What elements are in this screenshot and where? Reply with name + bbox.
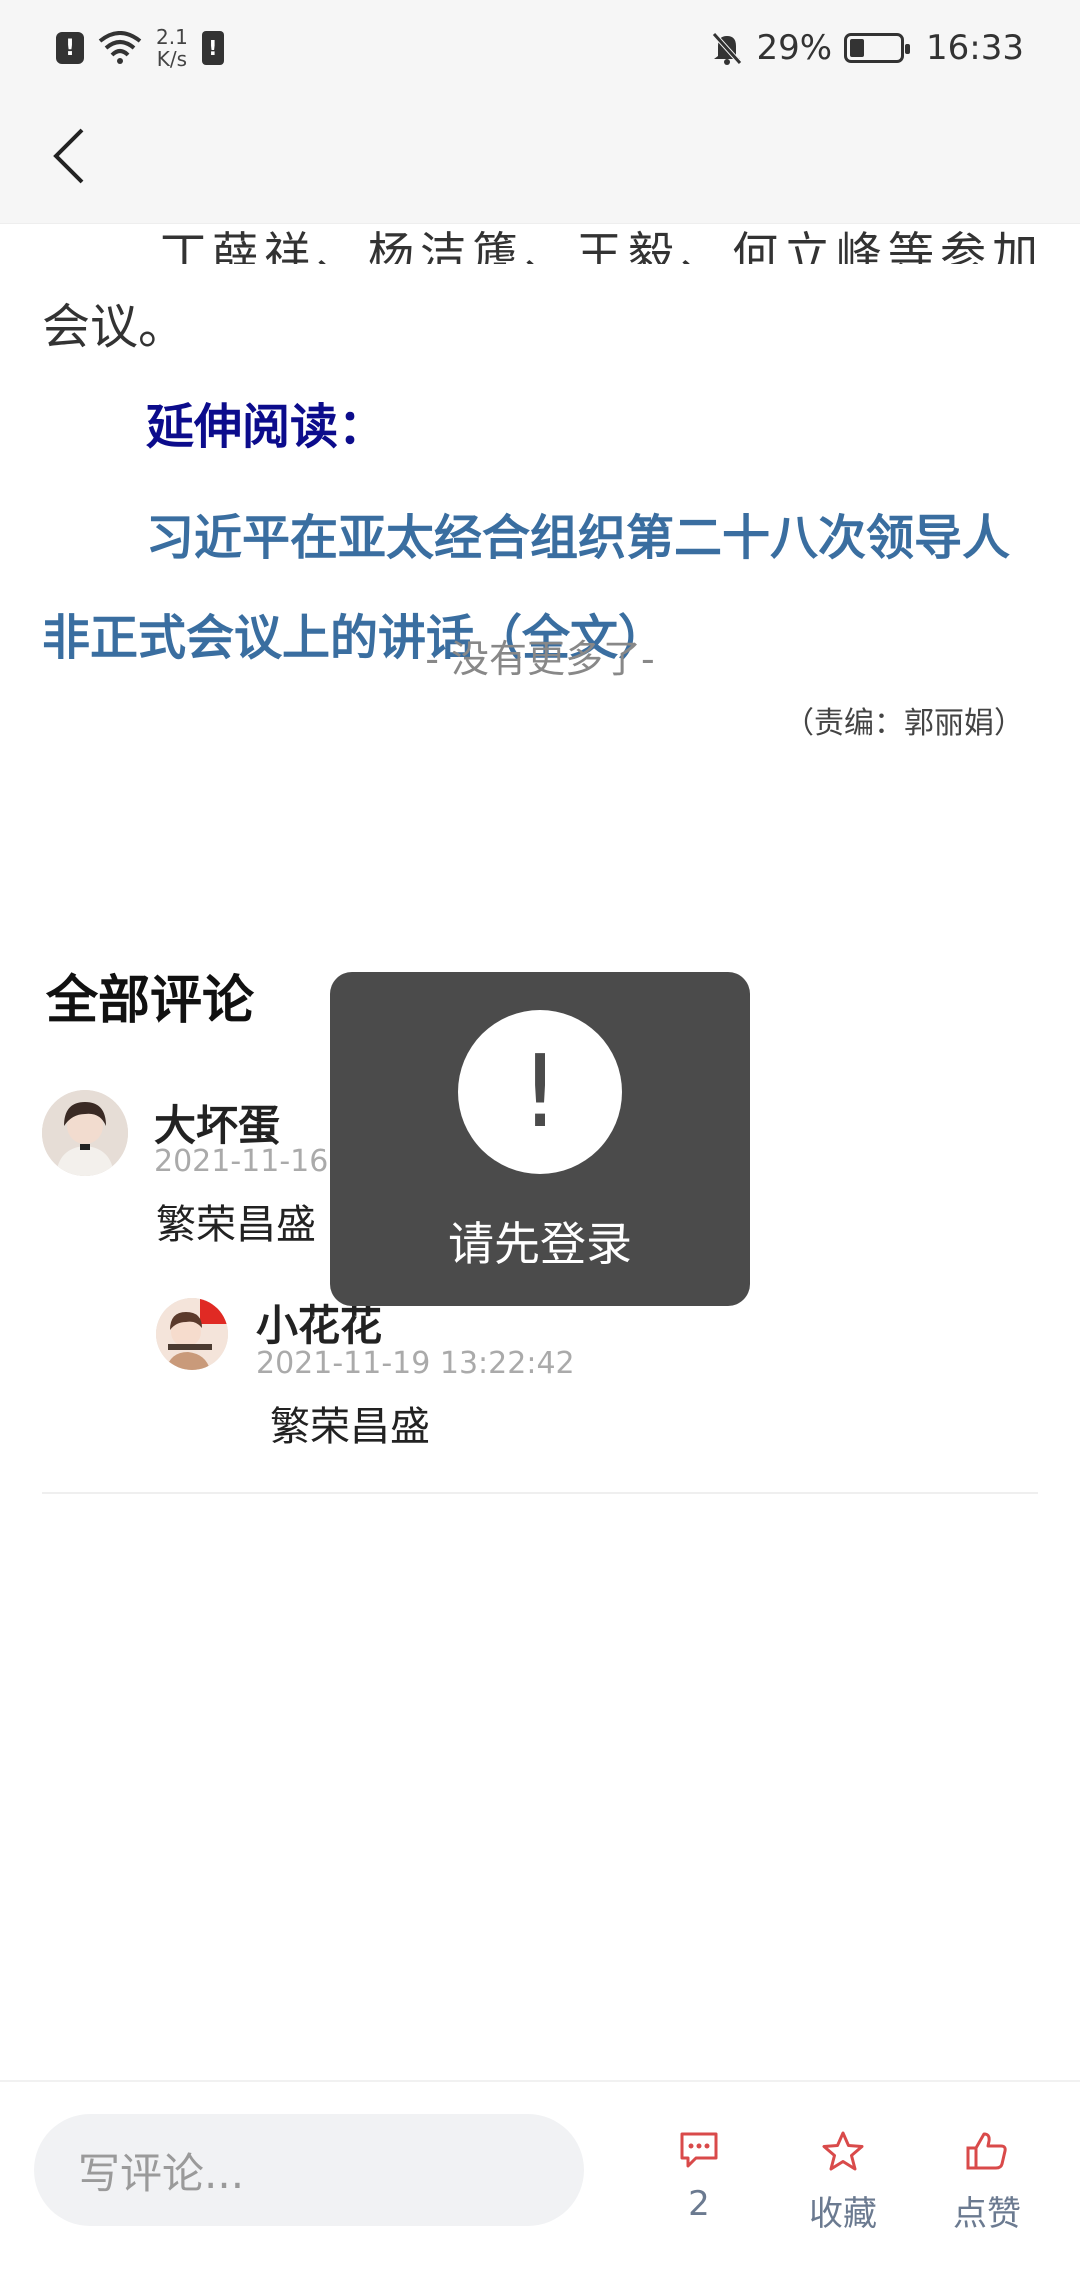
reply-text: 繁荣昌盛 [270,1404,430,1450]
speed-value: 2.1 [156,25,188,49]
top-nav-bar [0,96,1080,224]
avatar[interactable] [42,1090,128,1176]
reply-time: 2021-11-19 13:22:42 [256,1346,575,1381]
back-button[interactable] [30,116,110,196]
thumb-up-icon [966,2132,1007,2170]
editor-credit: （责编：郭丽娟） [784,706,1024,741]
like-label: 点赞 [953,2194,1021,2234]
network-speed: 2.1 K/s [156,26,188,70]
clock: 16:33 [926,28,1024,68]
no-more-indicator: - 没有更多了- [425,637,655,681]
bottom-action-bar: 写评论... 2 收藏 点赞 [0,2080,1080,2280]
mute-icon [712,32,743,65]
extended-reading-title: 延伸阅读： [146,399,387,455]
exclamation-icon: ! [458,1010,622,1174]
toast-message: 请先登录 [448,1217,632,1271]
avatar[interactable] [156,1298,228,1370]
status-bar: ! 2.1 K/s ! 29% 16:33 [0,0,1080,96]
battery-alert-icon: ! [201,31,224,65]
write-comment-input[interactable]: 写评论... [34,2114,584,2226]
comment-text: 繁荣昌盛 [156,1202,316,1248]
wifi-icon [98,31,142,64]
like-button[interactable]: 点赞 [932,2130,1042,2235]
comment-reply-item: 小花花 2021-11-19 13:22:42 繁荣昌盛 [156,1298,1036,1478]
speed-unit: K/s [156,47,188,71]
status-left: ! 2.1 K/s ! [56,20,224,76]
login-required-toast: ! 请先登录 [330,972,750,1306]
favorite-label: 收藏 [809,2194,877,2234]
comments-divider [42,1492,1038,1494]
article-paragraph-end: 会议。 [42,299,187,355]
status-right: 29% 16:33 [710,20,1024,76]
comment-count: 2 [688,2184,710,2224]
favorite-button[interactable]: 收藏 [788,2130,898,2235]
comment-count-button[interactable]: 2 [644,2130,754,2224]
warning-icon: ! [56,32,84,64]
star-icon [822,2131,864,2171]
comments-title: 全部评论 [46,971,255,1031]
battery-icon [844,33,911,63]
back-arrow-icon [53,128,84,184]
battery-percent: 29% [756,28,833,68]
article-cut-line: 丁薛祥、杨洁篪、王毅、何立峰等参加 [160,227,1044,264]
comment-input-placeholder: 写评论... [78,2148,245,2198]
exclamation-symbol: ! [519,1033,561,1150]
comment-icon [680,2132,718,2168]
